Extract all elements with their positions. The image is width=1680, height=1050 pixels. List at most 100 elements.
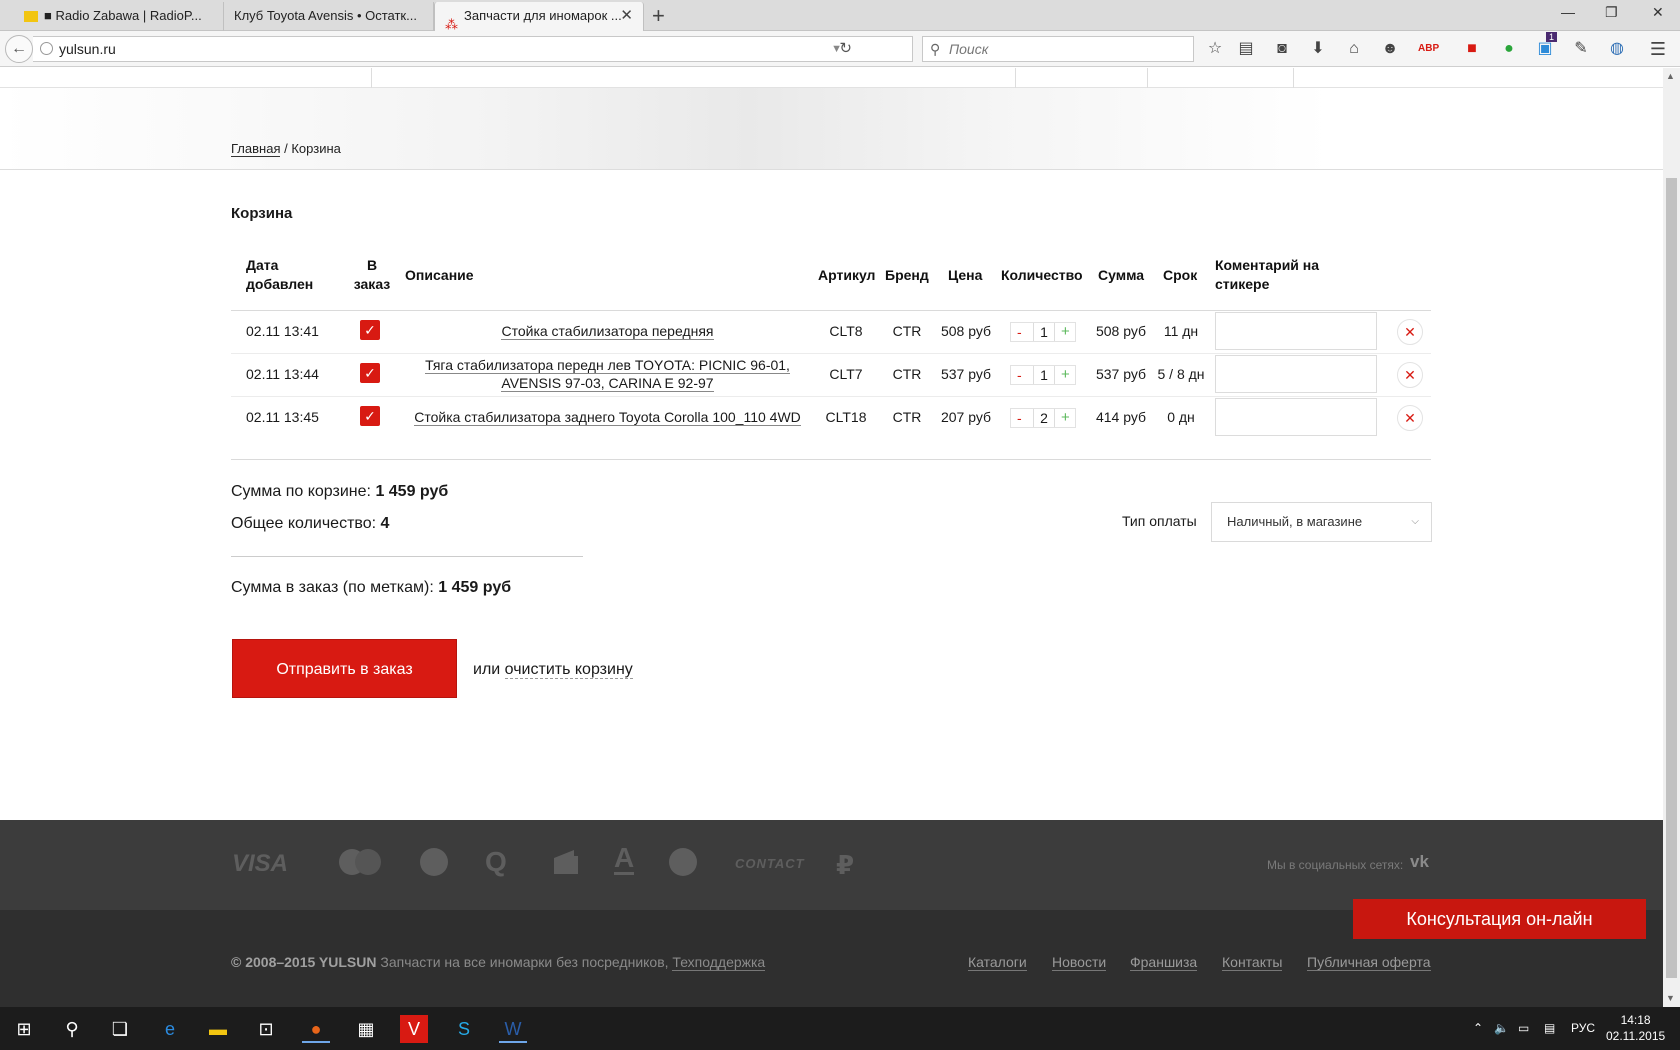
cart-count-label: Общее количество:: [231, 515, 377, 532]
store-icon[interactable]: ⊡: [252, 1015, 280, 1043]
in-order-checkbox[interactable]: ✓: [360, 363, 380, 383]
row-price: 537 руб: [940, 366, 992, 382]
item-description-link[interactable]: Стойка стабилизатора заднего Toyota Coro…: [405, 408, 810, 426]
vk-icon[interactable]: vk: [1410, 852, 1429, 872]
in-order-checkbox[interactable]: ✓: [360, 406, 380, 426]
tab-radio-zabawa[interactable]: ■ Radio Zabawa | RadioP...: [14, 2, 224, 31]
footer-link-news[interactable]: Новости: [1052, 954, 1107, 971]
remove-item-button[interactable]: ✕: [1397, 362, 1423, 388]
clock[interactable]: 14:18 02.11.2015: [1606, 1012, 1665, 1044]
skype-icon[interactable]: S: [450, 1015, 478, 1043]
folder-icon: [24, 11, 38, 23]
extension-globe-icon[interactable]: ◍: [1607, 39, 1627, 59]
row-term: 5 / 8 дн: [1157, 366, 1205, 382]
qty-plus-button[interactable]: +: [1061, 409, 1070, 427]
scroll-down-icon[interactable]: ▼: [1666, 993, 1675, 1003]
language-indicator[interactable]: РУС: [1571, 1021, 1595, 1035]
submit-order-button[interactable]: Отправить в заказ: [232, 639, 457, 698]
table-header-divider: [231, 310, 1431, 311]
breadcrumb: Главная / Корзина: [231, 141, 341, 157]
quantity-stepper: - 1 +: [1010, 365, 1076, 385]
minimize-window-icon[interactable]: —: [1561, 4, 1575, 20]
qty-plus-button[interactable]: +: [1061, 323, 1070, 341]
row-article: CLT8: [829, 323, 863, 339]
volume-icon[interactable]: 🔈: [1494, 1021, 1509, 1035]
order-sum-value: 1 459 руб: [438, 579, 512, 596]
calculator-icon[interactable]: ▦: [352, 1015, 380, 1043]
summary-divider: [231, 556, 583, 557]
remove-item-button[interactable]: ✕: [1397, 405, 1423, 431]
sticker-comment-input[interactable]: [1215, 355, 1377, 393]
footer-link-contacts[interactable]: Контакты: [1222, 954, 1283, 971]
order-sum-label: Сумма в заказ (по меткам):: [231, 579, 434, 596]
payment-type-select[interactable]: Наличный, в магазине ⌵: [1211, 502, 1432, 542]
col-header-description: Описание: [405, 267, 474, 283]
qty-minus-button[interactable]: -: [1017, 366, 1022, 384]
search-input[interactable]: ⚲ Поиск: [922, 36, 1194, 62]
notification-icon[interactable]: ▣: [1535, 39, 1555, 59]
menu-icon[interactable]: ☰: [1648, 39, 1668, 59]
remove-item-button[interactable]: ✕: [1397, 319, 1423, 345]
clock-time: 14:18: [1620, 1013, 1651, 1027]
qty-input[interactable]: 1: [1033, 366, 1055, 384]
copyright-text: Запчасти на все иномарки без посредников…: [380, 954, 669, 970]
ruble-icon: ₽: [836, 850, 855, 880]
word-icon[interactable]: W: [499, 1015, 527, 1043]
scroll-up-icon[interactable]: ▲: [1666, 71, 1675, 81]
qty-input[interactable]: 1: [1033, 323, 1055, 341]
back-button[interactable]: ←: [5, 35, 33, 63]
table-bottom-divider: [231, 459, 1431, 460]
pen-icon[interactable]: ✎: [1571, 39, 1591, 59]
file-explorer-icon[interactable]: ▬: [204, 1015, 232, 1043]
new-tab-button[interactable]: +: [652, 3, 665, 29]
bookmark-star-icon[interactable]: ☆: [1205, 39, 1225, 59]
breadcrumb-home-link[interactable]: Главная: [231, 141, 281, 157]
qty-minus-button[interactable]: -: [1017, 409, 1022, 427]
tray-chevron-icon[interactable]: ⌃: [1473, 1021, 1483, 1035]
cart-total-value: 1 459 руб: [375, 483, 449, 500]
footer-link-catalogs[interactable]: Каталоги: [968, 954, 1027, 971]
qty-plus-button[interactable]: +: [1061, 366, 1070, 384]
in-order-checkbox[interactable]: ✓: [360, 320, 380, 340]
close-tab-icon[interactable]: ✕: [620, 2, 633, 30]
scrollbar-thumb[interactable]: [1666, 178, 1677, 978]
footer-link-franchise[interactable]: Франшиза: [1130, 954, 1198, 971]
download-icon[interactable]: ⬇: [1308, 39, 1328, 59]
item-description-link[interactable]: Тяга стабилизатора передн лев TOYOTA: PI…: [405, 356, 810, 392]
footer-link-offer[interactable]: Публичная оферта: [1307, 954, 1431, 971]
qty-input[interactable]: 2: [1033, 409, 1055, 427]
bookmarks-list-icon[interactable]: ▤: [1236, 39, 1256, 59]
support-link[interactable]: Техподдержка: [672, 954, 766, 971]
alfa-bank-icon: A: [614, 842, 635, 875]
close-window-icon[interactable]: ✕: [1652, 4, 1664, 21]
qty-minus-button[interactable]: -: [1017, 323, 1022, 341]
firefox-icon[interactable]: ●: [302, 1015, 330, 1043]
chat-icon[interactable]: ☻: [1380, 39, 1400, 59]
breadcrumb-separator: /: [284, 141, 288, 156]
action-center-icon[interactable]: ▤: [1544, 1021, 1555, 1035]
search-icon[interactable]: ⚲: [58, 1015, 86, 1043]
tab-yulsun[interactable]: ⁂ Запчасти для иномарок ... ✕: [434, 2, 644, 31]
adblock-icon[interactable]: ABP: [1418, 39, 1439, 59]
network-icon[interactable]: ▭: [1518, 1021, 1529, 1035]
page-scrollbar[interactable]: ▲ ▼: [1663, 68, 1680, 1007]
extension-green-icon[interactable]: ●: [1499, 39, 1519, 59]
task-view-icon[interactable]: ❏: [106, 1015, 134, 1043]
qiwi-icon: Q: [485, 846, 507, 877]
sticker-comment-input[interactable]: [1215, 398, 1377, 436]
col-header-line: В: [366, 257, 378, 273]
vivaldi-icon[interactable]: V: [400, 1015, 428, 1043]
restore-window-icon[interactable]: ❐: [1605, 4, 1618, 21]
pocket-icon[interactable]: ◙: [1272, 39, 1292, 59]
item-description-link[interactable]: Стойка стабилизатора передняя: [405, 322, 810, 340]
clear-cart-link[interactable]: очистить корзину: [504, 661, 633, 679]
edge-icon[interactable]: e: [156, 1015, 184, 1043]
address-bar[interactable]: yulsun.ru ▼ ↻: [33, 36, 913, 62]
sticker-comment-input[interactable]: [1215, 312, 1377, 350]
home-icon[interactable]: ⌂: [1344, 39, 1364, 59]
windows-start-icon[interactable]: ⊞: [10, 1015, 38, 1043]
tab-toyota-club[interactable]: Клуб Toyota Avensis • Остатк...: [224, 2, 434, 31]
online-consultation-button[interactable]: Консультация он-лайн: [1353, 899, 1646, 939]
extension-red-icon[interactable]: ■: [1462, 39, 1482, 59]
reload-icon[interactable]: ↻: [839, 37, 852, 61]
